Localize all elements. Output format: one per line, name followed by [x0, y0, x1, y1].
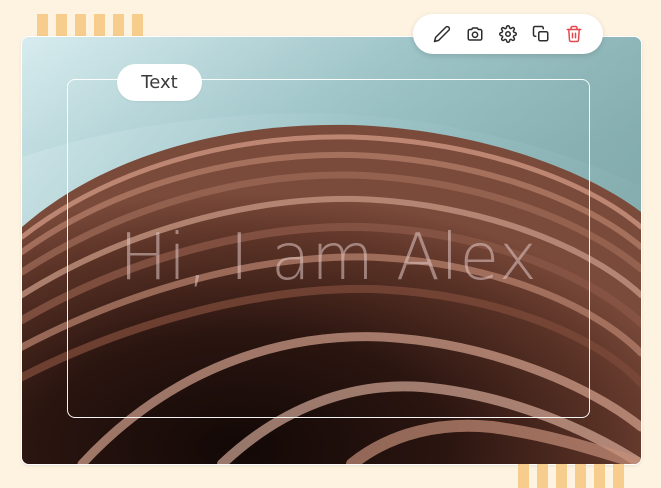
decorative-stripes-top — [37, 14, 143, 36]
settings-button[interactable] — [496, 22, 520, 46]
copy-icon — [532, 25, 549, 42]
edit-button[interactable] — [430, 22, 454, 46]
element-toolbar — [413, 14, 603, 54]
decorative-stripes-bottom — [518, 464, 624, 488]
trash-icon — [566, 25, 582, 43]
pencil-icon — [433, 25, 450, 43]
hero-heading[interactable]: Hi, I am Alex — [67, 220, 590, 296]
delete-button[interactable] — [562, 22, 586, 46]
replace-image-button[interactable] — [463, 22, 487, 46]
editor-canvas: Hi, I am Alex Text — [0, 0, 661, 488]
duplicate-button[interactable] — [529, 22, 553, 46]
gear-icon — [499, 25, 517, 43]
element-type-badge: Text — [117, 64, 202, 101]
camera-icon — [467, 27, 483, 41]
